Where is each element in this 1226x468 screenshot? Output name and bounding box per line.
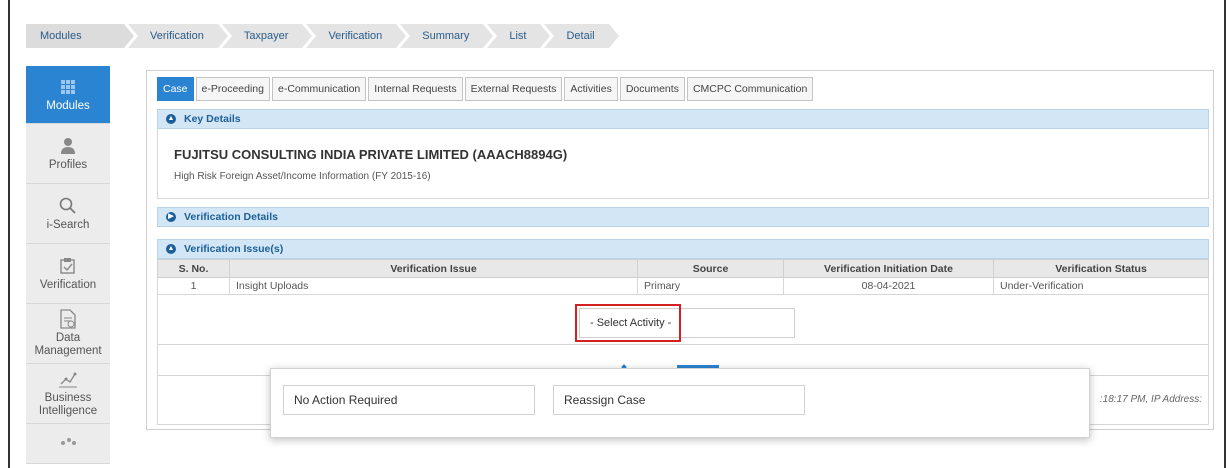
search-icon — [57, 196, 79, 216]
tab-e-communication[interactable]: e-Communication — [271, 77, 367, 101]
sidebar-label-data-management: Data Management — [34, 332, 102, 357]
sidebar-item-verification[interactable]: Verification — [26, 244, 110, 304]
verification-icon — [57, 256, 79, 276]
column-header: Source — [637, 259, 784, 278]
sidebar-label-verification: Verification — [39, 278, 97, 291]
footer-timestamp: :18:17 PM, IP Address: — [1099, 394, 1202, 405]
sidebar-label-isearch: i-Search — [46, 218, 90, 231]
verification-issues-title: Verification Issue(s) — [184, 243, 284, 255]
tab-case[interactable]: Case — [157, 77, 194, 101]
document-icon — [57, 309, 79, 329]
sidebar-item-isearch[interactable]: i-Search — [26, 184, 110, 244]
sidebar-item-data-management[interactable]: Data Management — [26, 304, 110, 364]
tab-activities[interactable]: Activities — [564, 77, 618, 101]
activity-dropdown-menu: No Action Required Reassign Case — [270, 368, 1090, 438]
table-header-row: S. No. Verification Issue Source Verific… — [157, 259, 1209, 278]
table-cell: Primary — [637, 277, 784, 295]
verification-details-title: Verification Details — [184, 211, 278, 223]
breadcrumb-summary[interactable]: Summary — [400, 24, 494, 48]
sidebar: Modules Profiles i-Search Verification D… — [26, 66, 110, 464]
breadcrumb-verification-2[interactable]: Verification — [306, 24, 407, 48]
breadcrumb-taxpayer[interactable]: Taxpayer — [221, 24, 313, 48]
breadcrumb-detail[interactable]: Detail — [544, 24, 619, 48]
collapse-icon: ▲ — [166, 114, 176, 124]
table-row[interactable]: 1 Insight Uploads Primary 08-04-2021 Und… — [157, 277, 1209, 295]
sidebar-label-business-intelligence: Business Intelligence — [38, 392, 98, 417]
table-cell: Under-Verification — [993, 277, 1209, 295]
case-subtitle: High Risk Foreign Asset/Income Informati… — [174, 171, 431, 182]
verification-details-header[interactable]: ▶ Verification Details — [157, 207, 1209, 227]
expand-icon: ▶ — [166, 212, 176, 222]
table-cell: Insight Uploads — [229, 277, 638, 295]
sidebar-label-modules: Modules — [46, 99, 90, 112]
sidebar-item-more[interactable] — [26, 424, 110, 464]
option-reassign-case[interactable]: Reassign Case — [553, 385, 805, 415]
tab-external-requests[interactable]: External Requests — [464, 77, 563, 101]
sidebar-item-modules[interactable]: Modules — [26, 66, 110, 124]
sidebar-item-business-intelligence[interactable]: Business Intelligence — [26, 364, 110, 424]
tab-internal-requests[interactable]: Internal Requests — [368, 77, 463, 101]
verification-issues-header[interactable]: ▲ Verification Issue(s) — [157, 239, 1209, 259]
user-icon — [57, 136, 79, 156]
highlight-box — [575, 304, 681, 342]
option-no-action-required[interactable]: No Action Required — [283, 385, 535, 415]
breadcrumb-list[interactable]: List — [487, 24, 551, 48]
network-icon — [57, 432, 79, 452]
tab-documents[interactable]: Documents — [619, 77, 685, 101]
breadcrumb-verification[interactable]: Verification — [128, 24, 228, 48]
table-cell: 1 — [157, 277, 230, 295]
sidebar-label-profiles: Profiles — [48, 158, 88, 171]
tab-bar: Case e-Proceeding e-Communication Intern… — [157, 77, 815, 101]
table-cell: 08-04-2021 — [783, 277, 994, 295]
tab-cmcpc-communication[interactable]: CMCPC Communication — [686, 77, 814, 101]
breadcrumb: Modules Verification Taxpayer Verificati… — [26, 24, 619, 48]
column-header: Verification Issue — [229, 259, 638, 278]
breadcrumb-modules[interactable]: Modules — [26, 24, 134, 48]
column-header: Verification Initiation Date — [783, 259, 994, 278]
collapse-icon: ▲ — [166, 244, 176, 254]
chart-icon — [57, 369, 79, 389]
verification-issues-table: S. No. Verification Issue Source Verific… — [157, 259, 1209, 295]
key-details-title: Key Details — [184, 113, 241, 125]
sidebar-item-profiles[interactable]: Profiles — [26, 124, 110, 184]
activity-row: - Select Activity - — [157, 295, 1209, 345]
grid-icon — [57, 77, 79, 97]
column-header: S. No. — [157, 259, 230, 278]
tab-e-proceeding[interactable]: e-Proceeding — [195, 77, 270, 101]
company-name: FUJITSU CONSULTING INDIA PRIVATE LIMITED… — [174, 147, 568, 162]
column-header: Verification Status — [993, 259, 1209, 278]
key-details-header[interactable]: ▲ Key Details — [157, 109, 1209, 129]
key-details-panel: FUJITSU CONSULTING INDIA PRIVATE LIMITED… — [157, 129, 1209, 199]
